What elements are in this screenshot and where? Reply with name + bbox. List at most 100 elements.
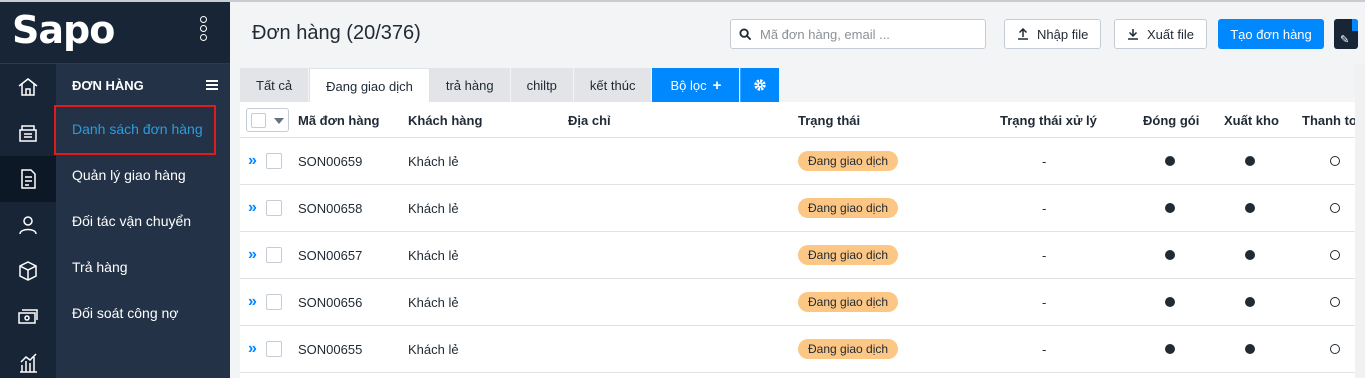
store-icon — [19, 125, 37, 142]
logo-area: Sapo — [0, 2, 230, 64]
expand-icon[interactable]: » — [248, 152, 257, 170]
expand-icon[interactable]: » — [248, 340, 257, 358]
user-icon — [19, 216, 37, 235]
chevron-down-icon — [274, 118, 284, 124]
select-all-dropdown[interactable] — [246, 108, 289, 132]
submenu-item-carriers[interactable]: Đối tác vận chuyển — [56, 198, 230, 244]
more-options-icon[interactable] — [198, 16, 210, 46]
rail-store[interactable] — [0, 110, 56, 156]
submenu-item-delivery[interactable]: Quản lý giao hàng — [56, 152, 230, 198]
tab-in-transaction[interactable]: Đang giao dịch — [309, 68, 430, 104]
order-code[interactable]: SON00657 — [298, 248, 362, 263]
table-row[interactable]: » SON00659 Khách lẻ Đang giao dịch - — [240, 138, 1365, 185]
export-button[interactable]: Xuất file — [1114, 19, 1207, 49]
row-checkbox[interactable] — [266, 341, 282, 357]
order-code[interactable]: SON00659 — [298, 154, 362, 169]
settings-button[interactable] — [740, 68, 781, 102]
home-icon — [18, 78, 38, 96]
search-input[interactable] — [760, 26, 970, 42]
rail-customers[interactable] — [0, 202, 56, 248]
col-status[interactable]: Trạng thái — [798, 113, 860, 128]
submenu-item-order-list[interactable]: Danh sách đơn hàng — [54, 105, 230, 155]
import-button[interactable]: Nhập file — [1004, 19, 1102, 49]
orders-table: Mã đơn hàng Khách hàng Địa chỉ Trạng thá… — [240, 102, 1365, 378]
status-badge: Đang giao dịch — [798, 245, 899, 265]
create-order-button[interactable]: Tạo đơn hàng — [1218, 19, 1324, 49]
payment-empty-icon — [1330, 156, 1340, 166]
customer-name: Khách lẻ — [408, 201, 459, 216]
vertical-scrollbar[interactable] — [1355, 64, 1365, 378]
notification-widget[interactable]: ✎ — [1334, 19, 1358, 49]
packed-filled-icon — [1165, 203, 1175, 213]
row-checkbox[interactable] — [266, 200, 282, 216]
tab-chiltp[interactable]: chiltp — [510, 68, 574, 102]
packed-filled-icon — [1165, 250, 1175, 260]
search-icon — [739, 27, 752, 40]
status-badge: Đang giao dịch — [798, 339, 899, 359]
payment-empty-icon — [1330, 250, 1340, 260]
col-packed[interactable]: Đóng gói — [1143, 113, 1199, 128]
tab-returns[interactable]: trả hàng — [429, 68, 511, 102]
rail-reports[interactable] — [0, 340, 56, 378]
order-code[interactable]: SON00658 — [298, 201, 362, 216]
col-exported[interactable]: Xuất kho — [1224, 113, 1279, 128]
export-label: Xuất file — [1147, 26, 1194, 42]
submenu-title: ĐƠN HÀNG — [72, 77, 144, 93]
sapo-logo: Sapo — [12, 8, 115, 52]
col-processing[interactable]: Trạng thái xử lý — [1000, 113, 1097, 128]
col-address[interactable]: Địa chỉ — [568, 113, 611, 128]
status-badge: Đang giao dịch — [798, 198, 899, 218]
payment-empty-icon — [1330, 344, 1340, 354]
packed-filled-icon — [1165, 297, 1175, 307]
bookmark-icon — [1352, 19, 1358, 31]
tab-finished[interactable]: kết thúc — [573, 68, 653, 102]
filter-button[interactable]: Bộ lọc + — [652, 68, 741, 102]
col-order-code[interactable]: Mã đơn hàng — [298, 113, 379, 128]
table-row[interactable]: » SON00657 Khách lẻ Đang giao dịch - — [240, 232, 1365, 279]
table-row[interactable]: » SON00655 Khách lẻ Đang giao dịch - — [240, 326, 1365, 373]
table-row[interactable]: » SON00658 Khách lẻ Đang giao dịch - — [240, 185, 1365, 232]
import-label: Nhập file — [1037, 26, 1089, 42]
status-badge: Đang giao dịch — [798, 292, 899, 312]
box-icon — [19, 261, 37, 281]
payment-empty-icon — [1330, 203, 1340, 213]
order-code[interactable]: SON00656 — [298, 295, 362, 310]
order-doc-icon — [21, 169, 36, 189]
row-checkbox[interactable] — [266, 153, 282, 169]
rail-products[interactable] — [0, 248, 56, 294]
col-customer[interactable]: Khách hàng — [408, 113, 482, 128]
order-code[interactable]: SON00655 — [298, 342, 362, 357]
page-title: Đơn hàng (20/376) — [252, 22, 421, 44]
money-icon — [18, 309, 38, 324]
exported-filled-icon — [1245, 203, 1255, 213]
status-badge: Đang giao dịch — [798, 151, 899, 171]
search-box[interactable] — [730, 19, 986, 49]
processing-status: - — [1042, 342, 1047, 357]
exported-filled-icon — [1245, 297, 1255, 307]
table-row[interactable]: » SON00656 Khách lẻ Đang giao dịch - — [240, 279, 1365, 326]
upload-icon — [1018, 28, 1028, 40]
packed-filled-icon — [1165, 344, 1175, 354]
edit-icon: ✎ — [1340, 34, 1350, 46]
row-checkbox[interactable] — [266, 247, 282, 263]
gear-icon — [754, 79, 767, 91]
rail-orders[interactable] — [0, 156, 56, 202]
rail-cashbook[interactable] — [0, 294, 56, 340]
expand-icon[interactable]: » — [248, 246, 257, 264]
expand-icon[interactable]: » — [248, 199, 257, 217]
customer-name: Khách lẻ — [408, 154, 459, 169]
rail-home[interactable] — [0, 64, 56, 110]
expand-icon[interactable]: » — [248, 293, 257, 311]
select-all-checkbox[interactable] — [251, 113, 266, 128]
download-icon — [1128, 29, 1138, 40]
processing-status: - — [1042, 201, 1047, 216]
processing-status: - — [1042, 248, 1047, 263]
row-checkbox[interactable] — [266, 294, 282, 310]
payment-empty-icon — [1330, 297, 1340, 307]
submenu-item-returns[interactable]: Trả hàng — [56, 244, 230, 290]
hamburger-icon[interactable] — [206, 80, 218, 90]
submenu-item-reconcile[interactable]: Đối soát công nợ — [56, 290, 230, 336]
tab-all[interactable]: Tất cả — [240, 68, 310, 102]
processing-status: - — [1042, 295, 1047, 310]
customer-name: Khách lẻ — [408, 342, 459, 357]
